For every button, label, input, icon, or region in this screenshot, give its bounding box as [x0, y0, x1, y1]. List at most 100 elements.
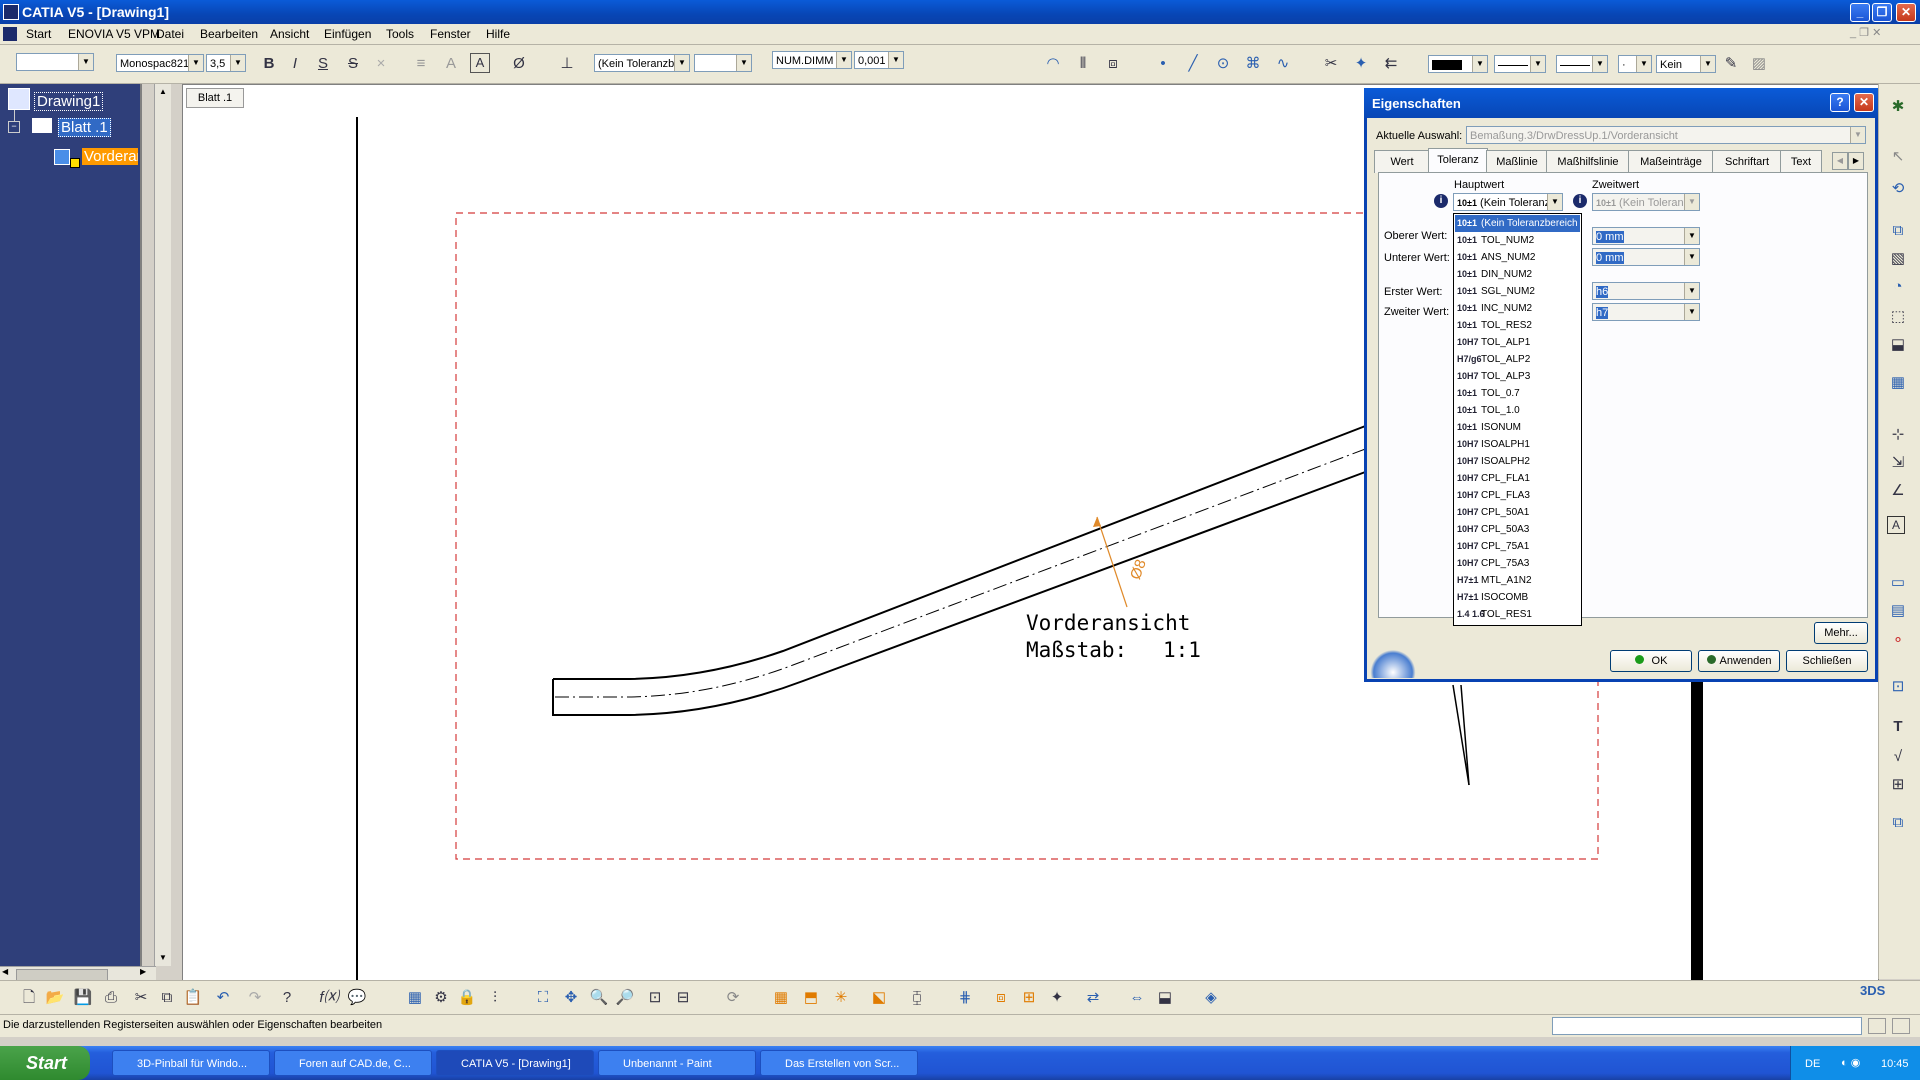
normal-view-icon[interactable]: ⊟: [672, 987, 694, 1009]
knowledge-icon[interactable]: ⚙: [430, 987, 452, 1009]
grid-table-icon[interactable]: ⊞: [1887, 774, 1909, 796]
chamfer-dimension-icon[interactable]: ⇲: [1887, 452, 1909, 474]
list-item[interactable]: 10H7 CPL_50A3: [1455, 521, 1580, 538]
sheet-icon[interactable]: [32, 118, 52, 133]
anchor-icon[interactable]: A: [440, 53, 462, 75]
grid-icon[interactable]: ▦: [770, 987, 792, 1009]
task-firefox-scr[interactable]: Das Erstellen von Scr...: [760, 1050, 918, 1076]
font-name-combo[interactable]: Monospac821 ▼: [116, 54, 204, 72]
roughness-icon[interactable]: √: [1887, 746, 1909, 768]
close-window-button[interactable]: ✕: [1896, 3, 1916, 22]
tolerance-value-combo[interactable]: ▼: [694, 54, 752, 72]
background-icon[interactable]: ⊞: [1018, 987, 1040, 1009]
document-icon[interactable]: [3, 27, 17, 41]
drawing-icon[interactable]: [8, 88, 30, 110]
zoom-area-icon[interactable]: ⊡: [644, 987, 666, 1009]
list-item[interactable]: H7±1 ISOCOMB: [1455, 589, 1580, 606]
list-item[interactable]: 10±1 TOL_RES2: [1455, 317, 1580, 334]
apply-button[interactable]: Anwenden: [1698, 650, 1780, 672]
menu-datei[interactable]: Datei: [156, 27, 184, 41]
save-icon[interactable]: 💾: [72, 987, 94, 1009]
cut-icon[interactable]: ✂: [130, 987, 152, 1009]
arc-icon[interactable]: ◠: [1042, 53, 1064, 75]
spline-icon[interactable]: ∿: [1272, 53, 1294, 75]
swap-icon[interactable]: ⇄: [1082, 987, 1104, 1009]
profile-icon[interactable]: ⌘: [1242, 53, 1264, 75]
formula-icon[interactable]: f⒳: [318, 987, 340, 1009]
position-icon[interactable]: ⬓: [1154, 987, 1176, 1009]
list-item[interactable]: H7±1 MTL_A1N2: [1455, 572, 1580, 589]
style-combo[interactable]: ▼: [16, 53, 94, 71]
numerical-format-combo[interactable]: NUM.DIMM ▼: [772, 51, 852, 69]
tab-sheet[interactable]: Blatt .1: [186, 88, 244, 108]
table-editor-icon[interactable]: ▦: [404, 987, 426, 1009]
section-view-icon[interactable]: ▧: [1887, 248, 1909, 270]
strikethrough-button[interactable]: S: [342, 53, 364, 75]
catia-app-icon[interactable]: [3, 4, 19, 20]
second-tolerance-combo[interactable]: 10±1 (Kein Toleran ▼: [1592, 193, 1700, 211]
scroll-left-arrow-icon[interactable]: ◀: [2, 967, 8, 976]
tab-masseintraege[interactable]: Maßeinträge: [1628, 150, 1714, 173]
list-item[interactable]: 10±1 INC_NUM2: [1455, 300, 1580, 317]
menu-fenster[interactable]: Fenster: [430, 27, 471, 41]
dimension-icon[interactable]: ⊥: [556, 53, 578, 75]
status-button-2[interactable]: [1892, 1018, 1910, 1034]
corner-icon[interactable]: ✦: [1350, 53, 1372, 75]
list-item[interactable]: 10H7 CPL_50A1: [1455, 504, 1580, 521]
fit-all-icon[interactable]: ⛶: [532, 987, 554, 1009]
tree-structure-icon[interactable]: ⫶: [484, 987, 506, 1009]
dimension-system-icon[interactable]: ⧈: [990, 987, 1012, 1009]
font-size-combo[interactable]: 3,5 ▼: [206, 54, 246, 72]
zoom-out-icon[interactable]: 🔎: [614, 987, 636, 1009]
hatch-icon[interactable]: ▨: [1748, 53, 1770, 75]
language-indicator[interactable]: DE: [1805, 1058, 1820, 1070]
overload-icon[interactable]: ✦: [1046, 987, 1068, 1009]
status-button-1[interactable]: [1868, 1018, 1886, 1034]
list-item[interactable]: 10H7 CPL_FLA3: [1455, 487, 1580, 504]
list-item[interactable]: 10H7 ISOALPH2: [1455, 453, 1580, 470]
list-item[interactable]: 10H7 CPL_75A3: [1455, 555, 1580, 572]
tree-vertical-scrollbar[interactable]: ▲ ▼: [154, 84, 171, 966]
show-grid-icon[interactable]: ⋕: [954, 987, 976, 1009]
arrange-icon[interactable]: ⇔: [1126, 987, 1148, 1009]
list-item[interactable]: 10±1 (Kein Toleranzbereich: [1455, 215, 1580, 232]
minimize-button[interactable]: _: [1850, 3, 1870, 22]
first-value-field[interactable]: h6 ▼: [1592, 282, 1700, 300]
view-icon[interactable]: [54, 149, 70, 165]
line-color-combo[interactable]: ▼: [1428, 55, 1488, 73]
align-icon[interactable]: ≡: [410, 53, 432, 75]
table-icon[interactable]: ▤: [1887, 600, 1909, 622]
more-button[interactable]: Mehr...: [1814, 622, 1868, 644]
task-pinball[interactable]: 3D-Pinball für Windo...: [112, 1050, 270, 1076]
whats-this-icon[interactable]: ?: [276, 987, 298, 1009]
paste-icon[interactable]: 📋: [182, 987, 204, 1009]
list-item[interactable]: 10H7 CPL_FLA1: [1455, 470, 1580, 487]
tab-schriftart[interactable]: Schriftart: [1712, 150, 1782, 173]
line-thickness-combo[interactable]: ▼: [1494, 55, 1546, 73]
menu-ansicht[interactable]: Ansicht: [270, 27, 309, 41]
menu-hilfe[interactable]: Hilfe: [486, 27, 510, 41]
new-file-icon[interactable]: 🗋: [18, 987, 40, 1009]
lower-value-field[interactable]: 0 mm ▼: [1592, 248, 1700, 266]
compass-icon[interactable]: ✱: [1887, 96, 1909, 118]
offset-icon[interactable]: ⇇: [1380, 53, 1402, 75]
point-icon[interactable]: •: [1152, 53, 1174, 75]
menu-enovia[interactable]: ENOVIA V5 VPM: [68, 27, 160, 41]
tray-icons[interactable]: ◐ ◉: [1841, 1056, 1860, 1069]
catalog-icon[interactable]: ◈: [1200, 987, 1222, 1009]
broken-view-icon[interactable]: ⬓: [1887, 334, 1909, 356]
command-input[interactable]: [1552, 1017, 1862, 1035]
list-item[interactable]: H7/g6TOL_ALP2: [1455, 351, 1580, 368]
tolerance-dropdown-list[interactable]: 10±1 (Kein Toleranzbereich 10±1 TOL_NUM2 1…: [1453, 213, 1582, 626]
text-icon[interactable]: T: [1887, 716, 1909, 738]
tab-text[interactable]: Text: [1780, 150, 1822, 173]
tree-node-view[interactable]: Vorderans: [82, 148, 138, 165]
scroll-right-arrow-icon[interactable]: ▶: [140, 967, 146, 976]
scroll-up-arrow-icon[interactable]: ▲: [155, 84, 171, 100]
generation-icon[interactable]: ⊡: [1887, 676, 1909, 698]
second-value-field[interactable]: h7 ▼: [1592, 303, 1700, 321]
tab-wert[interactable]: Wert: [1374, 150, 1430, 173]
transform-icon[interactable]: ⧈: [1102, 53, 1124, 75]
dimension-tool-icon[interactable]: ⊹: [1887, 424, 1909, 446]
angle-dimension-icon[interactable]: ∠: [1887, 480, 1909, 502]
